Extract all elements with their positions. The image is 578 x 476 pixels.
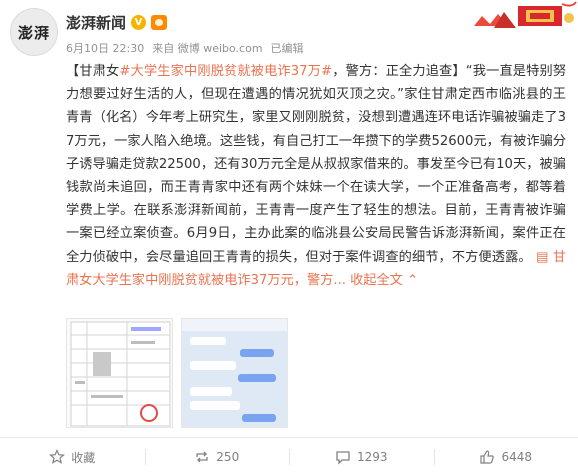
- like-button[interactable]: 6448: [433, 438, 578, 476]
- collapse-button[interactable]: 收起全文 ⌃: [350, 273, 418, 288]
- image-thumbnail-form[interactable]: [66, 318, 173, 428]
- image-thumbnail-chat[interactable]: [181, 318, 288, 428]
- post-meta: 6月10日 22:30 来自 微博 weibo.com 已编辑: [66, 40, 304, 56]
- body-text: “我一直是特别努力想要过好生活的人，但现在遭遇的情况犹如灭顶之灾。”家住甘肃定西…: [66, 64, 567, 265]
- action-bar: 收藏 250 1293 6448: [0, 437, 578, 476]
- repost-count: 250: [216, 450, 240, 464]
- comment-count: 1293: [356, 450, 388, 464]
- avatar-logo-text: 澎湃: [17, 23, 50, 42]
- source-prefix: 来自: [152, 42, 175, 55]
- thumbs-up-icon: [479, 449, 495, 465]
- hashtag-link[interactable]: #大学生家中刚脱贫就被电诈37万#: [119, 64, 332, 79]
- favorite-button[interactable]: 收藏: [0, 438, 145, 476]
- collapse-label: 收起全文: [350, 272, 403, 288]
- avatar[interactable]: 澎湃: [10, 8, 58, 56]
- author-row: 澎湃新闻 V: [66, 12, 168, 33]
- article-link-icon: ▤: [536, 249, 549, 265]
- verified-icon: V: [131, 15, 147, 30]
- location-text: 甘肃女: [79, 64, 120, 79]
- intro-text: ，警方：正全力追查】: [332, 64, 466, 79]
- decorative-banner: [464, 0, 578, 30]
- author-name[interactable]: 澎湃新闻: [66, 12, 126, 33]
- like-count: 6448: [501, 450, 533, 464]
- favorite-icon: [49, 449, 66, 465]
- post-header: 澎湃 澎湃新闻 V 6月10日 22:30 来自 微博 weibo.com 已编…: [0, 0, 578, 62]
- post-time[interactable]: 6月10日 22:30: [66, 40, 144, 56]
- edited-label[interactable]: 已编辑: [271, 40, 304, 56]
- bracket-open: 【: [66, 64, 80, 79]
- comment-button[interactable]: 1293: [289, 438, 434, 476]
- post-text: 【甘肃女#大学生家中刚脱贫就被电诈37万#，警方：正全力追查】“我一直是特别努力…: [66, 60, 566, 292]
- member-badge-icon[interactable]: [151, 15, 168, 30]
- image-grid: [66, 318, 288, 428]
- repost-button[interactable]: 250: [144, 438, 290, 476]
- chevron-up-icon: ⌃: [407, 272, 419, 288]
- repost-icon: [194, 449, 210, 465]
- comment-icon: [335, 449, 351, 465]
- favorite-label: 收藏: [71, 450, 96, 465]
- post-source[interactable]: 微博 weibo.com: [178, 42, 263, 55]
